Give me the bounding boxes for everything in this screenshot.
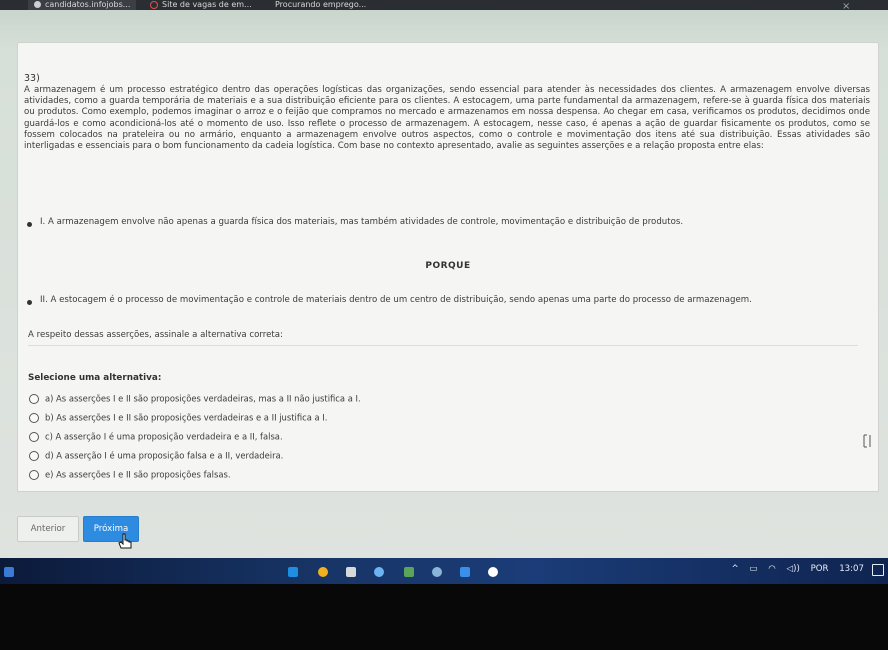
divider <box>28 345 858 346</box>
option-c[interactable]: c) A asserção I é uma proposição verdade… <box>29 431 283 443</box>
option-b[interactable]: b) As asserções I e II são proposições v… <box>29 412 327 424</box>
battery-icon[interactable]: ▭ <box>749 564 757 574</box>
radio-button[interactable] <box>29 431 39 442</box>
os-taskbar: ^ ▭ ◠ ◁)) POR 13:07 <box>0 558 888 584</box>
site-favicon-icon <box>150 0 158 9</box>
radio-button[interactable] <box>29 393 39 404</box>
close-icon[interactable]: × <box>842 2 850 11</box>
option-e[interactable]: e) As asserções I e II são proposições f… <box>29 469 231 481</box>
language-indicator[interactable]: POR <box>811 564 829 574</box>
chevron-up-icon[interactable]: ^ <box>731 564 738 574</box>
bullet-icon <box>27 300 32 305</box>
store-icon[interactable] <box>404 567 414 577</box>
settings-icon[interactable] <box>488 567 498 577</box>
text-cursor-icon <box>863 434 871 448</box>
option-a[interactable]: a) As asserções I e II são proposições v… <box>29 393 361 405</box>
notifications-icon[interactable] <box>872 564 884 576</box>
start-icon[interactable] <box>4 567 14 577</box>
question-card: 33) A armazenagem é um processo estratég… <box>17 42 879 492</box>
radio-button[interactable] <box>29 450 39 461</box>
chrome-icon[interactable] <box>318 567 328 577</box>
bullet-icon <box>27 222 32 227</box>
app-icon[interactable] <box>374 567 384 577</box>
tab-candidatos[interactable]: candidatos.infojobs... <box>28 0 137 10</box>
tab-procurando-emprego[interactable]: Procurando emprego... <box>275 0 366 10</box>
hand-pointer-icon <box>118 533 132 549</box>
system-tray: ^ ▭ ◠ ◁)) POR 13:07 <box>723 564 864 574</box>
question-text: A armazenagem é um processo estratégico … <box>24 85 870 152</box>
radio-button[interactable] <box>29 469 39 480</box>
site-favicon-icon <box>34 1 41 8</box>
edge-browser-icon[interactable] <box>288 567 298 577</box>
clock[interactable]: 13:07 <box>839 564 864 574</box>
browser-tab-strip: candidatos.infojobs... Site de vagas de … <box>0 0 888 10</box>
page-content: 33) A armazenagem é um processo estratég… <box>0 10 888 558</box>
previous-button[interactable]: Anterior <box>17 516 79 542</box>
app-icon[interactable] <box>432 567 442 577</box>
connector-label: PORQUE <box>425 261 471 271</box>
question-number: 33) <box>24 73 40 84</box>
assertion-one: I. A armazenagem envolve não apenas a gu… <box>40 217 684 227</box>
monitor-bezel <box>0 584 888 650</box>
instruction-text: A respeito dessas asserções, assinale a … <box>28 330 283 340</box>
radio-button[interactable] <box>29 412 39 423</box>
wifi-icon[interactable]: ◠ <box>768 564 776 574</box>
tab-site-de-vagas[interactable]: Site de vagas de em... <box>150 0 252 10</box>
option-d[interactable]: d) A asserção I é uma proposição falsa e… <box>29 450 283 462</box>
app-icon[interactable] <box>460 567 470 577</box>
speaker-icon[interactable]: ◁)) <box>787 564 800 574</box>
assertion-two: II. A estocagem é o processo de moviment… <box>40 295 752 305</box>
select-alternative-label: Selecione uma alternativa: <box>28 373 162 383</box>
calendar-icon[interactable] <box>346 567 356 577</box>
